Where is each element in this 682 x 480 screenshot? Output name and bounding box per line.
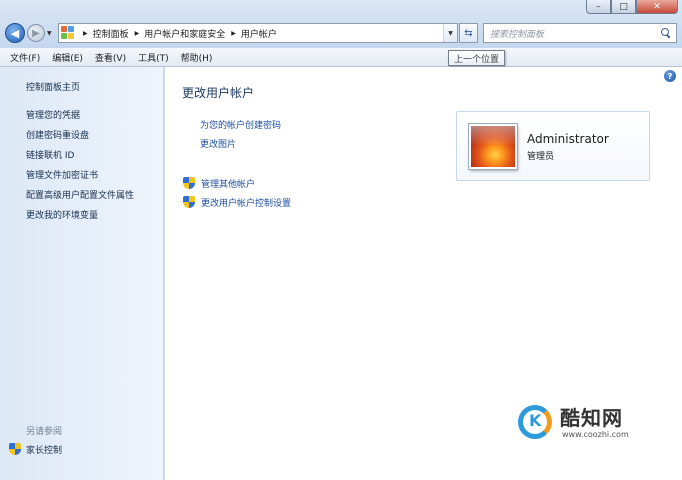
sidebar-item-file-encryption-certificates[interactable]: 管理文件加密证书 [26, 168, 98, 181]
close-button[interactable]: ✕ [636, 0, 678, 14]
arrow-left-icon: ◀ [10, 26, 20, 40]
maximize-button[interactable]: □ [611, 0, 636, 14]
menu-tools[interactable]: 工具(T) [134, 51, 173, 64]
breadcrumb-control-panel[interactable]: 控制面板 [93, 27, 129, 40]
link-label: 管理其他帐户 [201, 180, 256, 190]
back-tooltip: 上一个位置 [448, 50, 506, 66]
avatar [469, 124, 517, 169]
task-pane: 控制面板主页 管理您的凭据 创建密码重设盘 链接联机 ID 管理文件加密证书 配… [0, 67, 164, 480]
see-also-heading: 另请参阅 [26, 427, 63, 437]
user-account-card: Administrator 管理员 [456, 111, 650, 181]
arrow-right-icon: ▶ [32, 27, 40, 39]
sidebar-item-environment-variables[interactable]: 更改我的环境变量 [26, 208, 98, 221]
chevron-right-icon[interactable]: ▶ [231, 30, 236, 37]
refresh-icon: ⇆ [464, 27, 473, 39]
forward-button[interactable]: ▶ [27, 24, 45, 42]
sidebar-item-parental-controls[interactable]: 家长控制 [9, 443, 62, 456]
sidebar-item-control-panel-home[interactable]: 控制面板主页 [26, 80, 80, 93]
sidebar-item-link-online-id[interactable]: 链接联机 ID [26, 148, 74, 161]
sidebar-item-manage-credentials[interactable]: 管理您的凭据 [26, 108, 80, 121]
sidebar-item-advanced-profile-properties[interactable]: 配置高级用户配置文件属性 [26, 188, 134, 201]
coozhi-logo-icon: K [518, 405, 552, 439]
breadcrumb: ▶ 控制面板 ▶ 用户帐户和家庭安全 ▶ 用户帐户 [77, 27, 277, 40]
window-controls: – □ ✕ [586, 0, 678, 14]
recent-pages-dropdown[interactable]: ▼ [47, 30, 52, 37]
chevron-right-icon[interactable]: ▶ [135, 30, 140, 37]
address-dropdown-button[interactable]: ▼ [443, 24, 457, 42]
search-icon[interactable] [661, 28, 671, 38]
chevron-right-icon[interactable]: ▶ [83, 30, 88, 37]
minimize-button[interactable]: – [586, 0, 611, 14]
create-password-link[interactable]: 为您的帐户创建密码 [200, 118, 281, 131]
help-icon[interactable]: ? [664, 70, 676, 82]
address-bar[interactable]: ▶ 控制面板 ▶ 用户帐户和家庭安全 ▶ 用户帐户 ▼ [58, 23, 458, 43]
menu-file[interactable]: 文件(F) [6, 51, 44, 64]
user-role: 管理员 [527, 152, 555, 162]
chevron-down-icon: ▼ [47, 30, 52, 37]
sidebar-item-password-reset-disk[interactable]: 创建密码重设盘 [26, 128, 89, 141]
control-panel-icon [61, 26, 77, 40]
shield-icon [183, 177, 195, 190]
manage-other-accounts-link[interactable]: 管理其他帐户 [183, 177, 255, 190]
refresh-button[interactable]: ⇆ [459, 23, 478, 43]
change-picture-link[interactable]: 更改图片 [200, 137, 236, 150]
menu-help[interactable]: 帮助(H) [177, 51, 217, 64]
watermark-url: www.coozhi.com [562, 430, 629, 439]
user-name: Administrator [527, 132, 609, 146]
watermark: K 酷知网 www.coozhi.com [510, 398, 656, 446]
menu-bar: 文件(F) 编辑(E) 查看(V) 工具(T) 帮助(H) [0, 48, 682, 67]
menu-view[interactable]: 查看(V) [91, 51, 130, 64]
shield-icon [183, 196, 195, 209]
sidebar-item-label: 家长控制 [26, 446, 63, 456]
watermark-title: 酷知网 [560, 406, 623, 430]
shield-icon [9, 443, 21, 456]
page-title: 更改用户帐户 [182, 86, 255, 100]
menu-edit[interactable]: 编辑(E) [48, 51, 87, 64]
breadcrumb-user-accounts[interactable]: 用户帐户 [241, 27, 277, 40]
back-button[interactable]: ◀ [5, 23, 25, 43]
chevron-down-icon: ▼ [448, 29, 453, 37]
breadcrumb-user-accounts-family[interactable]: 用户帐户和家庭安全 [144, 27, 225, 40]
link-label: 更改用户帐户控制设置 [201, 199, 292, 209]
search-input[interactable]: 搜索控制面板 [490, 27, 544, 40]
search-box[interactable]: 搜索控制面板 [483, 23, 677, 43]
change-uac-settings-link[interactable]: 更改用户帐户控制设置 [183, 196, 291, 209]
